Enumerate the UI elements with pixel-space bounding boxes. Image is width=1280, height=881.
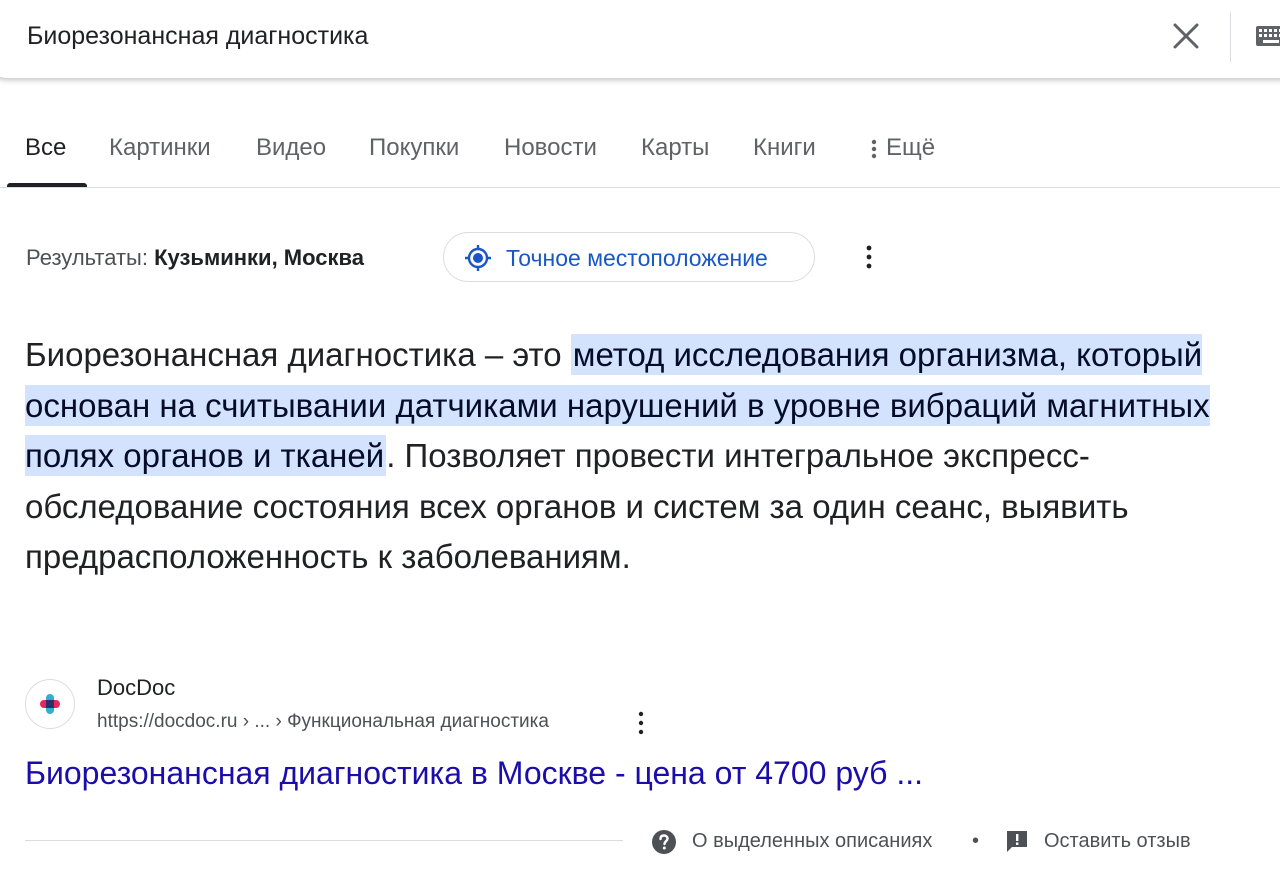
tab-shopping[interactable]: Покупки [369,132,459,164]
more-vert-icon [871,139,877,158]
docdoc-logo-icon [40,694,60,714]
leave-feedback-link[interactable]: Оставить отзыв [1044,828,1191,854]
feedback-icon[interactable] [1004,829,1030,855]
location-place: Кузьминки, Москва [154,245,364,270]
featured-snippet-text: Биорезонансная диагностика – это метод и… [25,330,1255,583]
tab-more[interactable]: Ещё [870,132,935,164]
search-bar-divider [1230,12,1231,62]
location-label: Результаты: Кузьминки, Москва [26,244,364,272]
more-vert-icon[interactable] [632,709,650,737]
more-vert-icon[interactable] [858,242,880,272]
tab-video[interactable]: Видео [256,132,326,164]
tab-news[interactable]: Новости [504,132,597,164]
location-prefix: Результаты: [26,245,148,270]
search-tabs: Все Картинки Видео Покупки Новости Карты… [0,120,1280,188]
tab-more-label: Ещё [886,134,936,161]
source-url[interactable]: https://docdoc.ru › ... › Функциональная… [97,709,549,735]
snippet-text-before: Биорезонансная диагностика – это [25,336,571,373]
help-icon[interactable] [651,829,677,855]
footer-separator: • [972,830,980,852]
precise-location-label: Точное местоположение [506,245,768,271]
tab-books[interactable]: Книги [753,132,816,164]
tab-all[interactable]: Все [25,132,66,164]
footer-divider [25,840,623,841]
tab-maps[interactable]: Карты [641,132,709,164]
keyboard-icon[interactable] [1256,26,1280,46]
source-site-name[interactable]: DocDoc [97,674,175,702]
close-icon[interactable] [1170,20,1202,52]
tab-images[interactable]: Картинки [109,132,211,164]
about-featured-snippets-link[interactable]: О выделенных описаниях [692,828,932,854]
site-favicon[interactable] [25,679,75,729]
tabs-divider [0,187,1280,188]
search-input[interactable]: Биорезонансная диагностика [27,20,368,52]
my-location-icon [465,245,491,271]
result-title-link[interactable]: Биорезонансная диагностика в Москве - це… [25,752,923,794]
precise-location-button[interactable]: Точное местоположение [443,232,815,282]
